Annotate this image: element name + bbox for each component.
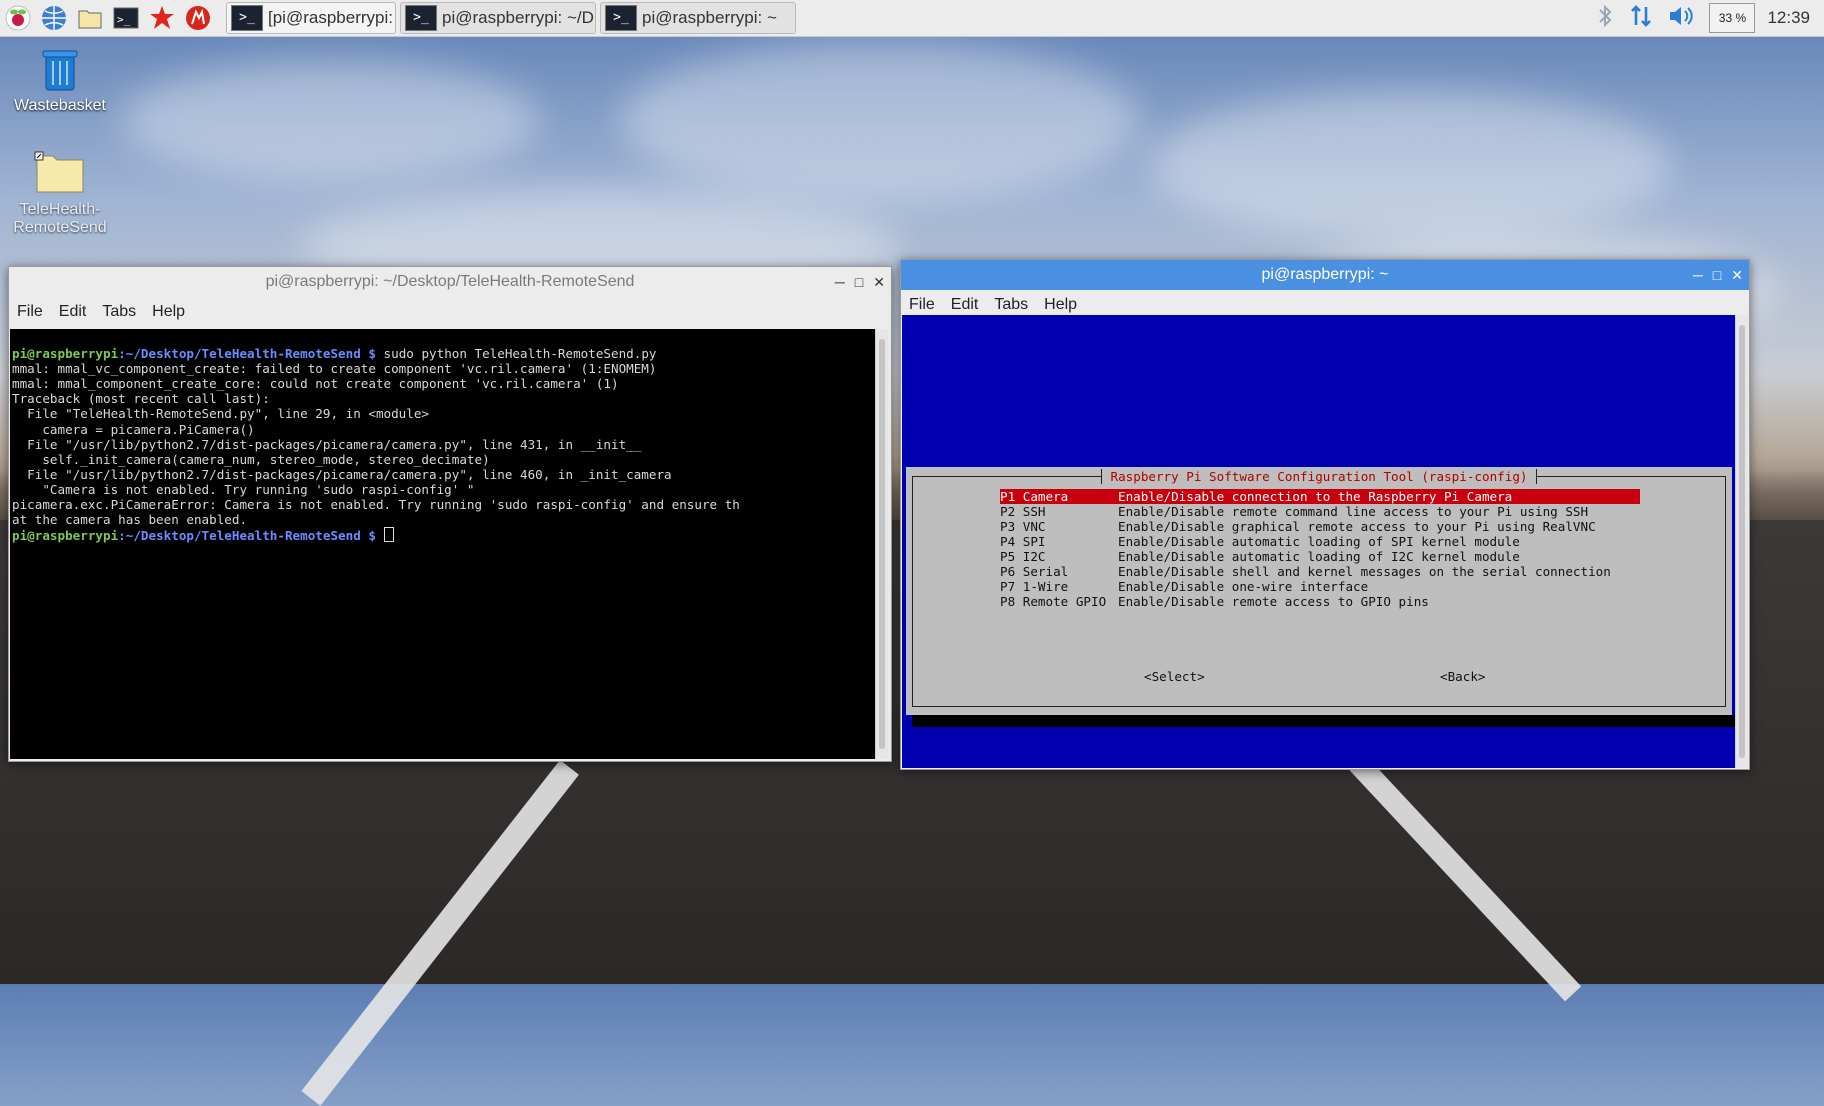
terminal-window-raspi-config: pi@raspberrypi: ~ ─ □ ✕ File Edit Tabs H… xyxy=(900,259,1750,770)
prompt-path: :~/Desktop/TeleHealth-RemoteSend $ xyxy=(118,528,376,544)
maximize-icon[interactable]: □ xyxy=(855,274,863,290)
window-title: pi@raspberrypi: ~ xyxy=(1261,266,1389,283)
menu-option-i2c[interactable]: P5 I2C Enable/Disable automatic loading o… xyxy=(1000,549,1520,564)
task-button-terminal-1[interactable]: >_ [pi@raspberrypi: ~] xyxy=(226,2,396,34)
folder-icon xyxy=(34,151,84,193)
file-manager-icon[interactable] xyxy=(72,0,108,36)
window-title: pi@raspberrypi: ~/Desktop/TeleHealth-Rem… xyxy=(265,273,635,290)
menu-tabs[interactable]: Tabs xyxy=(994,296,1028,314)
output-line: mmal: mmal_component_create_core: could … xyxy=(12,376,619,392)
menu-file[interactable]: File xyxy=(17,303,43,321)
desktop-icon-wastebasket[interactable]: Wastebasket xyxy=(0,46,120,115)
task-button-terminal-3[interactable]: >_ pi@raspberrypi: ~ xyxy=(600,2,796,34)
output-line: File "TeleHealth-RemoteSend.py", line 29… xyxy=(12,406,430,422)
bluetooth-icon[interactable] xyxy=(1595,3,1615,34)
output-line: File "/usr/lib/python2.7/dist-packages/p… xyxy=(12,436,642,452)
window-titlebar[interactable]: pi@raspberrypi: ~/Desktop/TeleHealth-Rem… xyxy=(9,267,891,297)
desktop-icon-label: Wastebasket xyxy=(14,97,106,114)
command-text: sudo python TeleHealth-RemoteSend.py xyxy=(375,346,657,362)
minimize-icon[interactable]: ─ xyxy=(835,274,845,290)
select-button[interactable]: <Select> xyxy=(1144,669,1205,684)
output-line: File "/usr/lib/python2.7/dist-packages/p… xyxy=(12,466,672,482)
desktop-icon-label: TeleHealth-RemoteSend xyxy=(13,201,107,236)
terminal-icon[interactable]: >_ xyxy=(108,0,144,36)
terminal-window-telehealth: pi@raspberrypi: ~/Desktop/TeleHealth-Rem… xyxy=(8,266,892,762)
prompt-user: pi@raspberrypi xyxy=(12,528,119,544)
output-line: at the camera has been enabled. xyxy=(12,512,248,528)
output-line: "Camera is not enabled. Try running 'sud… xyxy=(12,481,475,497)
prompt-path: :~/Desktop/TeleHealth-RemoteSend $ xyxy=(118,346,376,362)
menu-edit[interactable]: Edit xyxy=(59,303,87,321)
raspberry-menu-icon[interactable] xyxy=(0,0,36,36)
dialog-title: Raspberry Pi Software Configuration Tool… xyxy=(1101,469,1537,484)
raspi-config-dialog: Raspberry Pi Software Configuration Tool… xyxy=(906,467,1732,715)
menu-bar: File Edit Tabs Help xyxy=(9,297,891,327)
menu-option-vnc[interactable]: P3 VNC Enable/Disable graphical remote ac… xyxy=(1000,519,1596,534)
web-browser-icon[interactable] xyxy=(36,0,72,36)
output-line: picamera.exc.PiCameraError: Camera is no… xyxy=(12,497,740,513)
terminal-icon: >_ xyxy=(231,5,263,31)
menu-edit[interactable]: Edit xyxy=(951,296,979,314)
maximize-icon[interactable]: □ xyxy=(1713,267,1721,283)
task-button-terminal-2[interactable]: >_ pi@raspberrypi: ~/D... xyxy=(400,2,596,34)
menu-option-remote-gpio[interactable]: P8 Remote GPIO Enable/Disable remote acce… xyxy=(1000,594,1429,609)
wolfram-icon[interactable] xyxy=(180,0,216,36)
terminal-icon: >_ xyxy=(605,5,637,31)
output-line: self._init_camera(camera_num, stereo_mod… xyxy=(12,451,490,467)
back-button[interactable]: <Back> xyxy=(1440,669,1486,684)
menu-option-1wire[interactable]: P7 1-Wire Enable/Disable one-wire interfa… xyxy=(1000,579,1368,594)
desktop-icon-telehealth-folder[interactable]: TeleHealth-RemoteSend xyxy=(0,150,120,237)
output-line: camera = picamera.PiCamera() xyxy=(12,421,255,437)
menu-option-serial[interactable]: P6 Serial Enable/Disable shell and kernel… xyxy=(1000,564,1611,579)
svg-text:>_: >_ xyxy=(117,13,131,26)
close-icon[interactable]: ✕ xyxy=(873,274,885,291)
terminal-output[interactable]: pi@raspberrypi:~/Desktop/TeleHealth-Remo… xyxy=(10,329,888,759)
trash-icon xyxy=(42,50,78,91)
menu-option-camera[interactable]: P1 Camera Enable/Disable connection to th… xyxy=(1000,489,1640,504)
task-button-label: pi@raspberrypi: ~/D... xyxy=(442,8,596,27)
volume-icon[interactable] xyxy=(1667,3,1695,34)
task-button-label: pi@raspberrypi: ~ xyxy=(642,8,777,27)
scrollbar[interactable] xyxy=(1735,315,1748,768)
dialog-shadow xyxy=(912,715,1736,727)
menu-option-ssh[interactable]: P2 SSH Enable/Disable remote command line… xyxy=(1000,504,1588,519)
raspi-config-screen: Raspberry Pi Software Configuration Tool… xyxy=(902,315,1748,768)
system-tray: 33 % 12:39 xyxy=(1581,0,1824,36)
menu-file[interactable]: File xyxy=(909,296,935,314)
menu-tabs[interactable]: Tabs xyxy=(102,303,136,321)
output-line: Traceback (most recent call last): xyxy=(12,391,270,407)
network-icon[interactable] xyxy=(1629,3,1653,34)
minimize-icon[interactable]: ─ xyxy=(1693,267,1703,283)
clock[interactable]: 12:39 xyxy=(1767,8,1810,28)
menu-help[interactable]: Help xyxy=(152,303,185,321)
mathematica-icon[interactable] xyxy=(144,0,180,36)
task-button-label: [pi@raspberrypi: ~] xyxy=(268,8,395,27)
menu-help[interactable]: Help xyxy=(1044,296,1077,314)
close-icon[interactable]: ✕ xyxy=(1731,267,1743,284)
window-titlebar[interactable]: pi@raspberrypi: ~ ─ □ ✕ xyxy=(901,260,1749,290)
prompt-user: pi@raspberrypi xyxy=(12,346,119,362)
cpu-monitor: 33 % xyxy=(1709,3,1756,33)
scrollbar[interactable] xyxy=(875,329,888,759)
text-cursor xyxy=(383,527,394,543)
terminal-icon: >_ xyxy=(405,5,437,31)
output-line: mmal: mmal_vc_component_create: failed t… xyxy=(12,361,657,377)
menu-option-spi[interactable]: P4 SPI Enable/Disable automatic loading o… xyxy=(1000,534,1520,549)
taskbar: >_ >_ [pi@raspberrypi: ~] >_ pi@raspberr… xyxy=(0,0,1824,37)
